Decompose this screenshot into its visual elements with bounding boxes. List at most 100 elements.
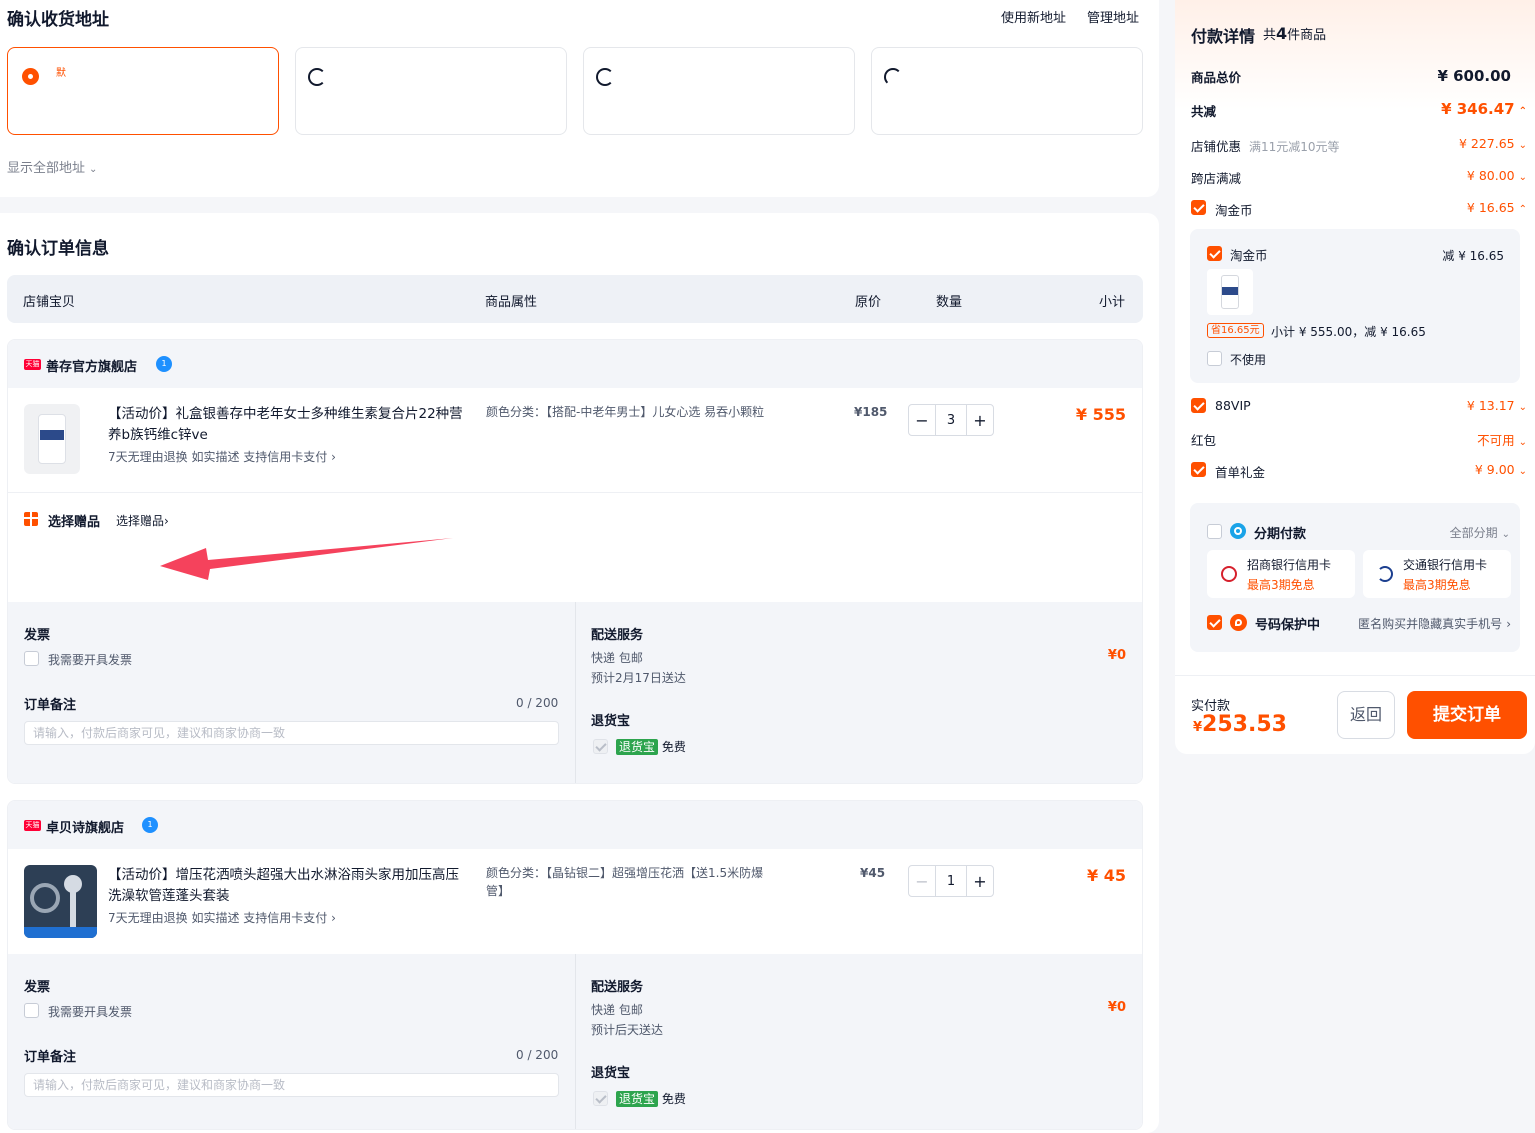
show-all-addresses[interactable]: 显示全部地址 ⌄ (7, 157, 97, 176)
decrease-button[interactable]: − (909, 866, 935, 896)
chevron-down-icon: ⌄ (1518, 437, 1527, 448)
item-count-suffix: 件商品 (1287, 28, 1327, 43)
product-title[interactable]: 【活动价】礼盒银善存中老年女士多种维生素复合片22种营养b族钙维c锌ve (108, 404, 468, 446)
return-label: 退货宝 (591, 1066, 631, 1081)
coin-value[interactable]: ¥ 16.65 ⌃ (1467, 200, 1527, 215)
shop-name[interactable]: 卓贝诗旗舰店 (46, 817, 124, 836)
product-image[interactable] (24, 865, 97, 938)
installment-checkbox[interactable] (1207, 524, 1222, 539)
location-pin-icon (884, 68, 902, 86)
shop-discount-note: 满11元减10元等 (1249, 140, 1340, 154)
product-title[interactable]: 【活动价】增压花洒喷头超强大出水淋浴雨头家用加压高压洗澡软管莲蓬头套装 (108, 865, 468, 907)
return-checkbox (593, 1091, 608, 1106)
address-title: 确认收货地址 (7, 10, 109, 30)
chevron-up-icon: ⌃ (1518, 204, 1527, 215)
chevron-up-icon: ⌃ (1518, 106, 1527, 117)
cross-value[interactable]: ¥ 80.00 ⌄ (1467, 168, 1527, 183)
bocom-bank-icon (1377, 566, 1393, 582)
shop-chat-icon[interactable]: 1 (142, 817, 158, 833)
shop-discount-amount: ¥ 227.65 (1458, 136, 1515, 151)
delivery-type: 快递 包邮 (591, 651, 643, 665)
original-price: ¥185 (854, 405, 888, 419)
bank-promo: 最高3期免息 (1403, 578, 1471, 592)
delivery-label: 配送服务 (591, 628, 644, 643)
chevron-down-icon: ⌄ (1501, 529, 1510, 540)
protect-checkbox[interactable] (1207, 615, 1222, 630)
cmb-bank-icon (1221, 566, 1237, 582)
coin-checkbox[interactable] (1191, 200, 1206, 215)
product-attribute: 颜色分类：【晶钻银二】超强增压花洒【送1.5米防爆管】 (486, 866, 764, 898)
bank-name: 招商银行信用卡 (1247, 558, 1332, 572)
invoice-label: 发票 (24, 628, 51, 643)
use-new-address-link[interactable]: 使用新地址 (1001, 7, 1066, 26)
increase-button[interactable]: + (967, 405, 993, 435)
bank-card-bocom[interactable]: 交通银行信用卡 最高3期免息 (1363, 550, 1511, 598)
manage-address-link[interactable]: 管理地址 (1087, 7, 1139, 26)
note-input[interactable]: 请输入，付款后商家可见，建议和商家协商一致 (24, 721, 559, 745)
shop-discount-value[interactable]: ¥ 227.65 ⌄ (1459, 136, 1527, 151)
delivery-eta: 预计后天送达 (591, 1023, 664, 1037)
address-card-2[interactable] (295, 47, 567, 135)
shop-discount: 店铺优惠 满11元减10元等 (1191, 136, 1340, 155)
invoice-checkbox[interactable] (24, 1003, 39, 1018)
submit-order-button[interactable]: 提交订单 (1407, 691, 1527, 739)
shop-block-2: 天猫 卓贝诗旗舰店 1 【活动价】增压花洒喷头超强大出水淋浴雨头家用加压高压洗澡… (7, 800, 1143, 1130)
reduce-value[interactable]: ¥ 346.47 ⌃ (1441, 100, 1527, 118)
bank-promo: 最高3期免息 (1247, 578, 1315, 592)
first-gift-checkbox[interactable] (1191, 462, 1206, 477)
cross-amount: ¥ 80.00 (1466, 168, 1515, 183)
col-price: 原价 (855, 295, 882, 310)
coin-panel-label: 淘金币 (1230, 248, 1268, 263)
shop-name[interactable]: 善存官方旗舰店 (46, 356, 137, 375)
chevron-down-icon: ⌄ (1518, 140, 1527, 151)
address-card-3[interactable] (583, 47, 855, 135)
location-pin-icon (22, 68, 39, 85)
item-count-prefix: 共 (1263, 28, 1277, 43)
redpack-value[interactable]: 不可用 ⌄ (1477, 430, 1527, 449)
note-counter: 0 / 200 (516, 696, 559, 710)
location-pin-icon (596, 68, 614, 86)
shop-discount-label: 店铺优惠 (1191, 139, 1242, 154)
select-gift-link[interactable]: 选择赠品› (116, 512, 169, 529)
delivery-eta: 预计2月17日送达 (591, 671, 686, 685)
address-card-4[interactable] (871, 47, 1143, 135)
note-input[interactable]: 请输入，付款后商家可见，建议和商家协商一致 (24, 1073, 559, 1097)
coin-save-tag: 省16.65元 (1207, 323, 1264, 338)
protect-desc[interactable]: 匿名购买并隐藏真实手机号 › (1358, 615, 1511, 632)
back-button[interactable]: 返回 (1337, 691, 1395, 739)
gift-label: 选择赠品 (48, 515, 101, 530)
first-gift-label: 首单礼金 (1215, 465, 1266, 480)
quantity-value[interactable]: 3 (935, 405, 967, 435)
shop-header (8, 340, 1142, 388)
invoice-label: 发票 (24, 980, 51, 995)
installment-all-label: 全部分期 (1449, 526, 1498, 540)
pay-currency: ¥ (1193, 720, 1203, 735)
quantity-value[interactable]: 1 (935, 866, 967, 896)
product-attribute: 颜色分类：【搭配-中老年男士】儿女心选 易吞小颗粒 (486, 405, 765, 419)
payment-panel: 付款详情 共4件商品 商品总价 ¥ 600.00 共减 ¥ 346.47 ⌃ 店铺… (1175, 0, 1535, 754)
reduce-amount: ¥ 346.47 (1441, 100, 1515, 118)
installment-all[interactable]: 全部分期 ⌄ (1450, 524, 1510, 541)
return-free: 免费 (661, 1092, 686, 1106)
product-image[interactable] (24, 404, 80, 474)
bank-card-cmb[interactable]: 招商银行信用卡 最高3期免息 (1207, 550, 1355, 598)
product-services[interactable]: 7天无理由退换 如实描述 支持信用卡支付 › (108, 448, 336, 465)
first-gift-value[interactable]: ¥ 9.00 ⌄ (1475, 462, 1527, 477)
shop-header (8, 801, 1142, 849)
vip-checkbox[interactable] (1191, 398, 1206, 413)
product-services[interactable]: 7天无理由退换 如实描述 支持信用卡支付 › (108, 909, 336, 926)
coin-panel-checkbox[interactable] (1207, 246, 1222, 261)
note-counter: 0 / 200 (516, 1048, 559, 1062)
coin-nouse-checkbox[interactable] (1207, 351, 1222, 366)
invoice-checkbox[interactable] (24, 651, 39, 666)
decrease-button[interactable]: − (909, 405, 935, 435)
redpack-label: 红包 (1191, 433, 1217, 448)
address-card-1[interactable]: 默 (7, 47, 279, 135)
delivery-label: 配送服务 (591, 980, 644, 995)
vip-value[interactable]: ¥ 13.17 ⌄ (1467, 398, 1527, 413)
return-checkbox (593, 739, 608, 754)
shop-chat-icon[interactable]: 1 (156, 356, 172, 372)
location-pin-icon (308, 68, 326, 86)
increase-button[interactable]: + (967, 866, 993, 896)
bank-name: 交通银行信用卡 (1403, 558, 1488, 572)
